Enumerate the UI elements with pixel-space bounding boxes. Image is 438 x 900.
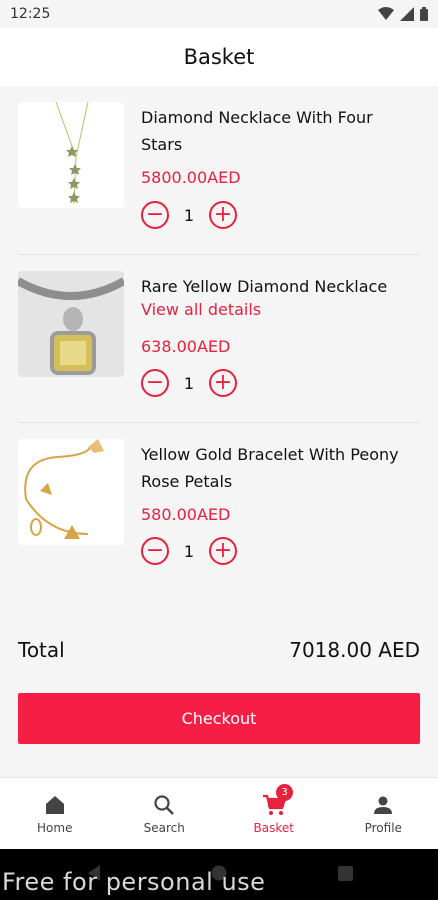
status-time: 12:25 (10, 6, 51, 22)
quantity-stepper: − 1 + (141, 369, 237, 397)
decrease-quantity-button[interactable]: − (141, 201, 169, 229)
plus-icon: + (213, 538, 233, 563)
search-icon (153, 793, 175, 817)
nav-home-label: Home (37, 820, 73, 835)
product-name: Rare Yellow Diamond Necklace (141, 277, 388, 296)
total-row: Total 7018.00 AED (18, 638, 420, 662)
plus-icon: + (213, 370, 233, 395)
minus-icon: − (145, 370, 165, 395)
nav-search-label: Search (143, 820, 185, 835)
quantity-value: 1 (183, 205, 195, 225)
watermark-text: Free for personal use (2, 868, 266, 896)
product-image[interactable] (18, 102, 124, 208)
battery-icon (420, 7, 428, 21)
nav-basket-label: Basket (253, 820, 294, 835)
increase-quantity-button[interactable]: + (209, 537, 237, 565)
bracelet-image (24, 439, 104, 539)
product-image[interactable] (18, 439, 124, 545)
basket-item[interactable]: Yellow Gold Bracelet With Peony Rose Pet… (0, 423, 438, 591)
page-title: Basket (183, 45, 255, 69)
recents-icon[interactable] (338, 866, 353, 881)
status-bar: 12:25 (0, 0, 438, 28)
nav-search[interactable]: Search (110, 778, 220, 849)
quantity-value: 1 (183, 541, 195, 561)
increase-quantity-button[interactable]: + (209, 201, 237, 229)
status-icons (378, 7, 428, 21)
home-icon (44, 793, 66, 817)
quantity-stepper: − 1 + (141, 537, 237, 565)
checkout-label: Checkout (181, 709, 257, 728)
decrease-quantity-button[interactable]: − (141, 369, 169, 397)
minus-icon: − (145, 202, 165, 227)
nav-profile-label: Profile (364, 820, 402, 835)
total-label: Total (18, 638, 65, 662)
wifi-icon (378, 7, 394, 20)
necklace-image (55, 102, 89, 205)
total-value: 7018.00 AED (289, 638, 420, 662)
minus-icon: − (145, 538, 165, 563)
nav-basket[interactable]: 3 Basket (219, 778, 329, 849)
checkout-button[interactable]: Checkout (18, 693, 420, 744)
basket-item[interactable]: Diamond Necklace With Four Stars 5800.00… (0, 86, 438, 254)
page-header: Basket (0, 28, 438, 86)
person-icon (372, 793, 394, 817)
necklace-image (18, 271, 124, 377)
product-name: Yellow Gold Bracelet With Peony Rose Pet… (141, 445, 399, 491)
decrease-quantity-button[interactable]: − (141, 537, 169, 565)
view-details-link[interactable]: View all details (141, 300, 261, 319)
increase-quantity-button[interactable]: + (209, 369, 237, 397)
plus-icon: + (213, 202, 233, 227)
cart-count-badge: 3 (276, 784, 293, 801)
bottom-nav: Home Search 3 Basket Profile (0, 777, 438, 849)
basket-item[interactable]: Rare Yellow Diamond Necklace View all de… (0, 255, 438, 423)
product-price: 638.00AED (141, 337, 231, 356)
quantity-stepper: − 1 + (141, 201, 237, 229)
nav-home[interactable]: Home (0, 778, 110, 849)
nav-profile[interactable]: Profile (329, 778, 438, 849)
product-price: 5800.00AED (141, 168, 241, 187)
signal-icon (400, 7, 414, 21)
product-image[interactable] (18, 271, 124, 377)
product-price: 580.00AED (141, 505, 231, 524)
product-name: Diamond Necklace With Four Stars (141, 108, 373, 154)
quantity-value: 1 (183, 373, 195, 393)
